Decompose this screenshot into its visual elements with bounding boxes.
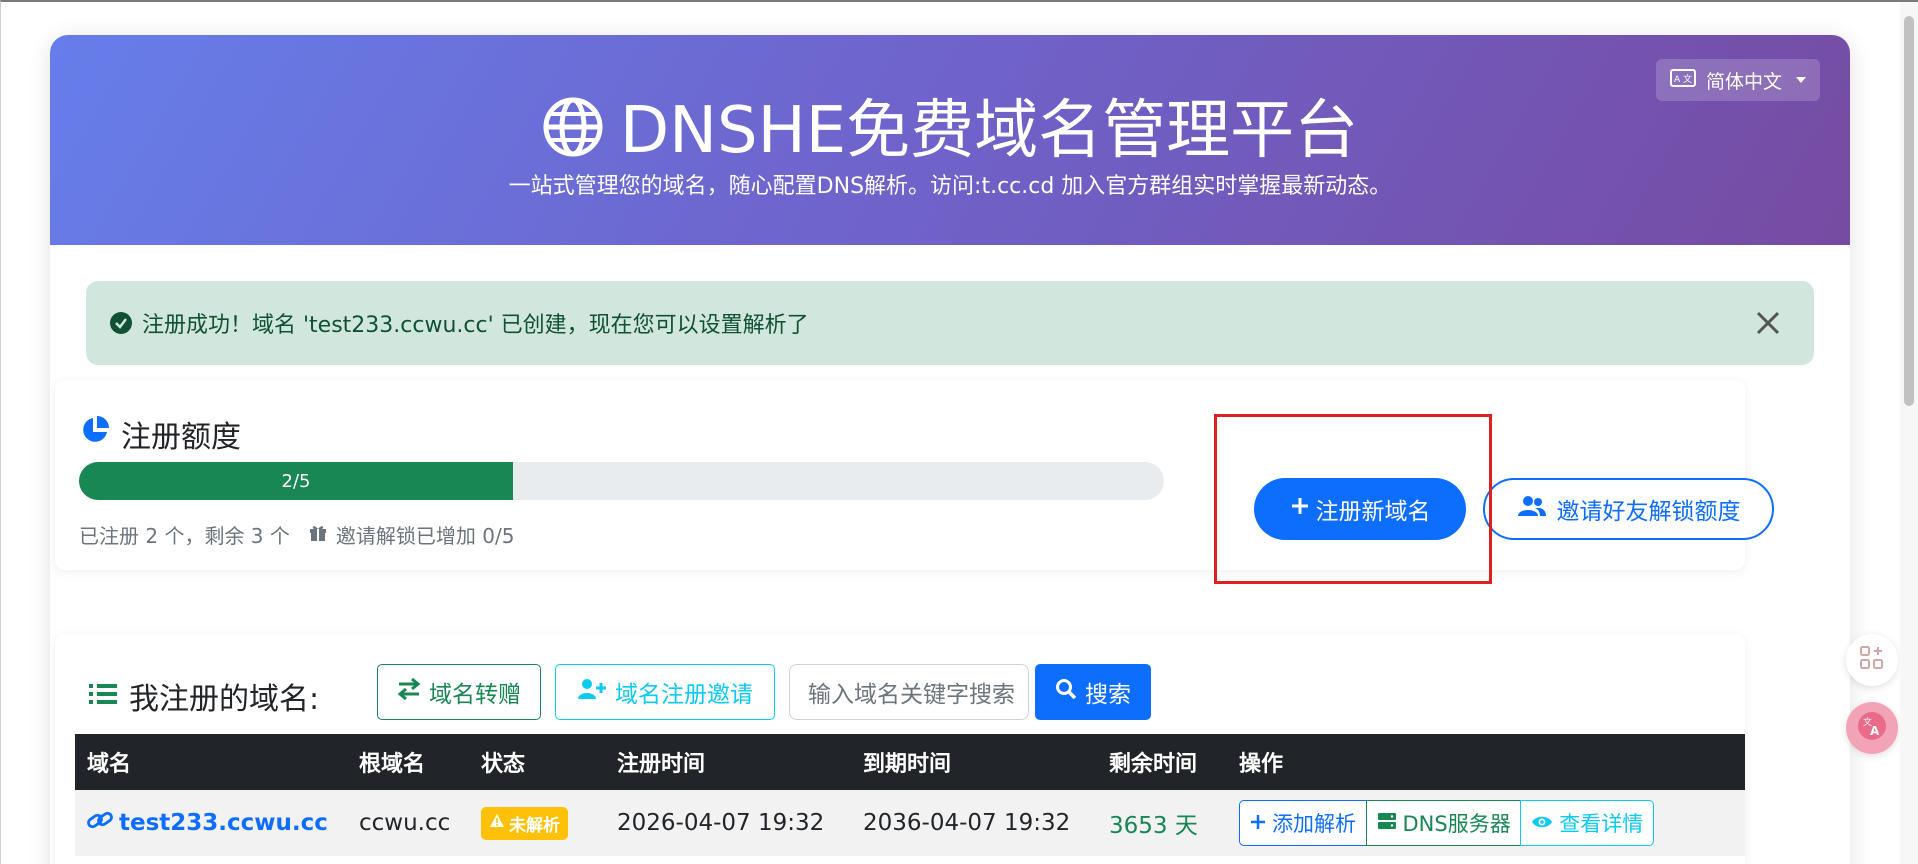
add-record-button[interactable]: 添加解析 — [1239, 800, 1367, 846]
root-domain-cell: ccwu.cc — [359, 810, 451, 836]
quota-progress-fill: 2/5 — [79, 462, 513, 500]
translate-icon: A 文 — [1669, 68, 1696, 92]
view-details-button[interactable]: 查看详情 — [1520, 800, 1655, 846]
gift-icon — [308, 522, 328, 547]
domain-name: test233.ccwu.cc — [119, 810, 328, 836]
pie-chart-icon — [79, 414, 111, 454]
domains-table: 域名 根域名 状态 注册时间 到期时间 剩余时间 操作 test233.ccwu… — [75, 734, 1745, 856]
svg-text:文: 文 — [1683, 73, 1692, 85]
svg-text:A: A — [1674, 75, 1681, 85]
domains-title: 我注册的域名: — [89, 674, 319, 718]
column-header-status: 状态 — [481, 752, 526, 777]
quota-info: 已注册 2 个，剩余 3 个 邀请解锁已增加 0/5 — [79, 520, 514, 549]
page-title: DNSHE免费域名管理平台 — [50, 79, 1850, 174]
quota-progress-bar: 2/5 — [79, 462, 1164, 500]
quota-title-text: 注册额度 — [121, 420, 241, 455]
list-icon — [89, 679, 117, 714]
search-placeholder: 输入域名关键字搜索 — [808, 682, 1015, 708]
success-alert: 注册成功！域名 'test233.ccwu.cc' 已创建，现在您可以设置解析了 — [86, 281, 1814, 365]
apps-icon — [1859, 645, 1885, 675]
column-header-expires: 到期时间 — [863, 752, 952, 777]
check-circle-icon — [110, 312, 132, 334]
plus-icon — [1250, 811, 1266, 835]
plus-icon — [1290, 496, 1310, 522]
language-label: 简体中文 — [1705, 70, 1782, 93]
column-header-actions: 操作 — [1239, 752, 1284, 777]
apps-widget-button[interactable] — [1846, 634, 1898, 686]
table-row: test233.ccwu.cc ccwu.cc 未解析 2026-04-07 1… — [75, 790, 1745, 856]
remaining-cell: 3653 天 — [1109, 813, 1198, 839]
action-group: 添加解析 DNS服务器 查看详情 — [1239, 800, 1745, 846]
domain-register-invite-label: 域名注册邀请 — [615, 682, 753, 708]
page-title-text: DNSHE免费域名管理平台 — [619, 94, 1359, 168]
language-selector[interactable]: A 文 简体中文 — [1655, 59, 1820, 101]
dns-server-label: DNS服务器 — [1402, 812, 1511, 836]
alert-message: 注册成功！域名 'test233.ccwu.cc' 已创建，现在您可以设置解析了 — [142, 313, 809, 338]
eye-icon — [1531, 811, 1553, 835]
translate-icon: 文 A — [1857, 711, 1887, 745]
scrollbar-thumb[interactable] — [1904, 16, 1914, 406]
invite-friends-label: 邀请好友解锁额度 — [1556, 499, 1741, 525]
user-plus-icon — [577, 678, 607, 706]
status-badge: 未解析 — [481, 806, 568, 840]
page-subtitle: 一站式管理您的域名，随心配置DNS解析。访问:t.cc.cd 加入官方群组实时掌… — [508, 174, 1392, 199]
close-icon[interactable] — [1752, 307, 1784, 339]
search-label: 搜索 — [1085, 682, 1131, 708]
search-icon — [1055, 678, 1077, 706]
column-header-root: 根域名 — [359, 752, 426, 777]
server-icon — [1377, 811, 1397, 835]
column-header-domain: 域名 — [87, 752, 132, 777]
table-header: 域名 根域名 状态 注册时间 到期时间 剩余时间 操作 — [75, 734, 1745, 790]
chevron-down-icon — [1796, 77, 1806, 83]
domain-transfer-label: 域名转赠 — [429, 682, 521, 708]
domain-transfer-button[interactable]: 域名转赠 — [377, 664, 541, 720]
register-domain-label: 注册新域名 — [1315, 499, 1431, 525]
warning-icon — [489, 813, 505, 833]
column-header-remaining: 剩余时间 — [1109, 752, 1198, 777]
dns-server-button[interactable]: DNS服务器 — [1365, 800, 1522, 846]
users-icon — [1517, 495, 1547, 523]
page: DNSHE免费域名管理平台 一站式管理您的域名，随心配置DNS解析。访问:t.c… — [0, 0, 1918, 864]
quota-title: 注册额度 — [79, 412, 241, 456]
svg-text:A: A — [1870, 724, 1880, 738]
quota-progress-label: 2/5 — [281, 470, 311, 492]
quota-invite-text: 邀请解锁已增加 0/5 — [335, 524, 515, 548]
domains-title-text: 我注册的域名: — [129, 682, 320, 717]
page-scrollbar[interactable] — [1900, 2, 1918, 864]
link-icon — [87, 809, 113, 837]
view-details-label: 查看详情 — [1559, 812, 1644, 836]
domain-search-input[interactable]: 输入域名关键字搜索 — [789, 664, 1029, 720]
hero-header: DNSHE免费域名管理平台 一站式管理您的域名，随心配置DNS解析。访问:t.c… — [50, 35, 1850, 245]
quota-panel: 注册额度 2/5 已注册 2 个，剩余 3 个 邀请解锁已增加 0/5 — [55, 380, 1745, 570]
expires-cell: 2036-04-07 19:32 — [863, 810, 1071, 836]
search-button[interactable]: 搜索 — [1035, 664, 1151, 720]
register-domain-button[interactable]: 注册新域名 — [1254, 478, 1466, 540]
translate-widget-button[interactable]: 文 A — [1846, 702, 1898, 754]
column-header-registered: 注册时间 — [617, 752, 706, 777]
status-label: 未解析 — [509, 815, 560, 836]
add-record-label: 添加解析 — [1272, 812, 1356, 836]
exchange-icon — [397, 677, 421, 706]
globe-icon — [542, 96, 604, 174]
invite-friends-button[interactable]: 邀请好友解锁额度 — [1483, 478, 1774, 540]
quota-used-text: 已注册 2 个，剩余 3 个 — [79, 524, 290, 548]
domain-register-invite-button[interactable]: 域名注册邀请 — [555, 664, 775, 720]
registered-cell: 2026-04-07 19:32 — [617, 810, 825, 836]
domain-link[interactable]: test233.ccwu.cc — [87, 809, 347, 837]
